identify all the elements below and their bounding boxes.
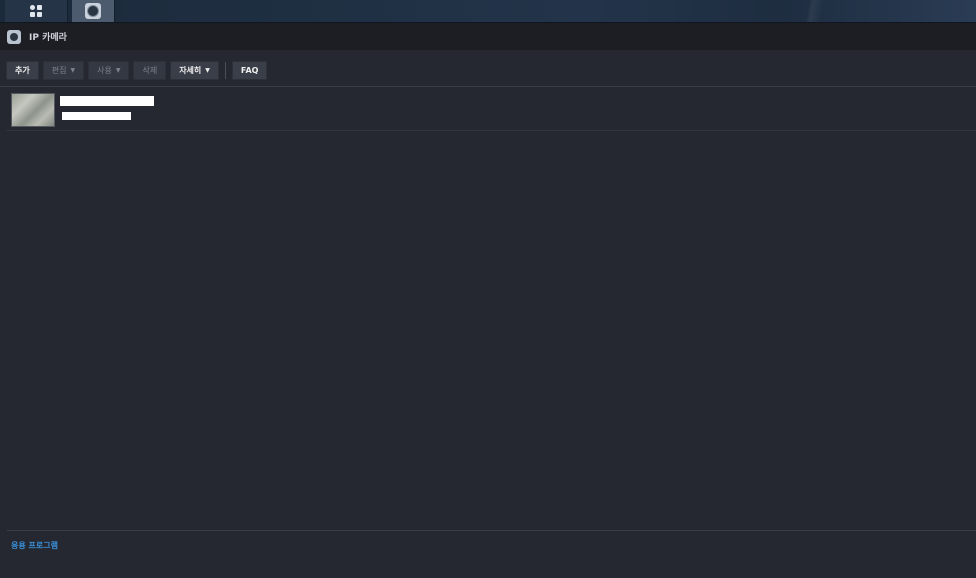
- add-button-label: 추가: [15, 66, 30, 75]
- camera-list-item[interactable]: [6, 88, 976, 131]
- taskbar-decoration: [780, 0, 850, 22]
- add-button[interactable]: 추가: [6, 61, 39, 80]
- camera-icon: [85, 3, 101, 19]
- caret-down-icon: ▼: [70, 67, 76, 74]
- caret-down-icon: ▼: [205, 67, 210, 74]
- caret-down-icon: ▼: [115, 67, 121, 74]
- camera-address: [62, 112, 131, 120]
- toolbar: 추가 편집 ▼ 사용 ▼ 삭제 자세히 ▼ FAQ: [6, 61, 268, 80]
- enable-button[interactable]: 사용 ▼: [88, 61, 130, 80]
- edit-button[interactable]: 편집 ▼: [42, 61, 85, 80]
- camera-thumbnail: [11, 93, 55, 127]
- more-button-label: 자세히: [179, 66, 202, 75]
- footer-divider: [7, 530, 976, 531]
- enable-button-label: 사용: [97, 66, 112, 75]
- app-title-bar: IP 카메라: [0, 23, 976, 50]
- camera-name: [60, 96, 154, 106]
- grid-icon: [30, 5, 42, 17]
- taskbar-ip-camera-button[interactable]: [72, 0, 115, 22]
- app-title: IP 카메라: [29, 33, 67, 43]
- applications-link[interactable]: 응용 프로그램: [11, 540, 58, 551]
- camera-icon: [7, 29, 21, 44]
- faq-button[interactable]: FAQ: [231, 61, 268, 80]
- toolbar-divider: [0, 86, 976, 87]
- toolbar-separator: [224, 62, 226, 79]
- main-menu-button[interactable]: [5, 0, 68, 22]
- faq-button-label: FAQ: [240, 66, 259, 75]
- delete-button[interactable]: 삭제: [133, 61, 167, 80]
- taskbar: [0, 0, 976, 23]
- edit-button-label: 편집: [51, 66, 67, 75]
- delete-button-label: 삭제: [142, 66, 158, 75]
- more-button[interactable]: 자세히 ▼: [170, 61, 219, 80]
